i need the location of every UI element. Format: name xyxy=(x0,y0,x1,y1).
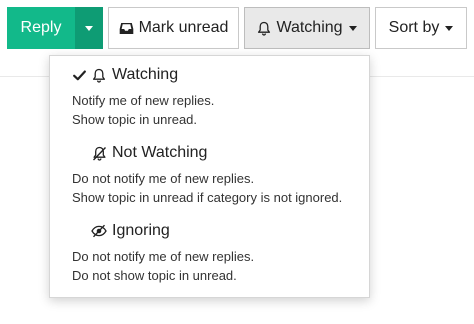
caret-down-icon xyxy=(445,25,454,31)
reply-options-button[interactable] xyxy=(75,7,103,49)
reply-button[interactable]: Reply xyxy=(7,7,75,49)
caret-down-icon xyxy=(348,25,357,31)
mark-unread-button[interactable]: Mark unread xyxy=(108,7,239,49)
menu-item-title: Ignoring xyxy=(112,222,170,239)
bell-slash-icon xyxy=(90,144,108,162)
sort-by-label: Sort by xyxy=(388,19,440,36)
inbox-icon xyxy=(119,22,134,35)
menu-item-title: Not Watching xyxy=(112,144,208,161)
description-line: Notify me of new replies. xyxy=(72,93,215,108)
description-line: Do not show topic in unread. xyxy=(72,268,237,283)
notification-level-menu: Watching Notify me of new replies. Show … xyxy=(49,55,370,298)
menu-item-description: Do not notify me of new replies. Do not … xyxy=(72,247,364,285)
description-line: Do not notify me of new replies. xyxy=(72,171,255,186)
description-line: Do not notify me of new replies. xyxy=(72,249,255,264)
caret-down-icon xyxy=(85,25,93,31)
bell-icon xyxy=(90,66,108,84)
reply-button-label: Reply xyxy=(20,19,62,36)
menu-item-title: Watching xyxy=(112,66,179,83)
mark-unread-label: Mark unread xyxy=(138,19,229,36)
watching-button-label: Watching xyxy=(276,19,343,36)
sort-by-button[interactable]: Sort by xyxy=(375,7,467,49)
menu-item-watching[interactable]: Watching Notify me of new replies. Show … xyxy=(72,65,364,129)
menu-item-description: Do not notify me of new replies. Show to… xyxy=(72,169,364,207)
checkmark-icon xyxy=(72,70,86,81)
description-line: Show topic in unread if category is not … xyxy=(72,190,343,205)
menu-item-not-watching[interactable]: Not Watching Do not notify me of new rep… xyxy=(72,143,364,207)
description-line: Show topic in unread. xyxy=(72,112,198,127)
watching-button[interactable]: Watching xyxy=(244,7,370,49)
menu-item-ignoring[interactable]: Ignoring Do not notify me of new replies… xyxy=(72,221,364,285)
bell-icon xyxy=(257,21,271,36)
eye-slash-icon xyxy=(90,222,108,240)
menu-item-description: Notify me of new replies. Show topic in … xyxy=(72,91,364,129)
